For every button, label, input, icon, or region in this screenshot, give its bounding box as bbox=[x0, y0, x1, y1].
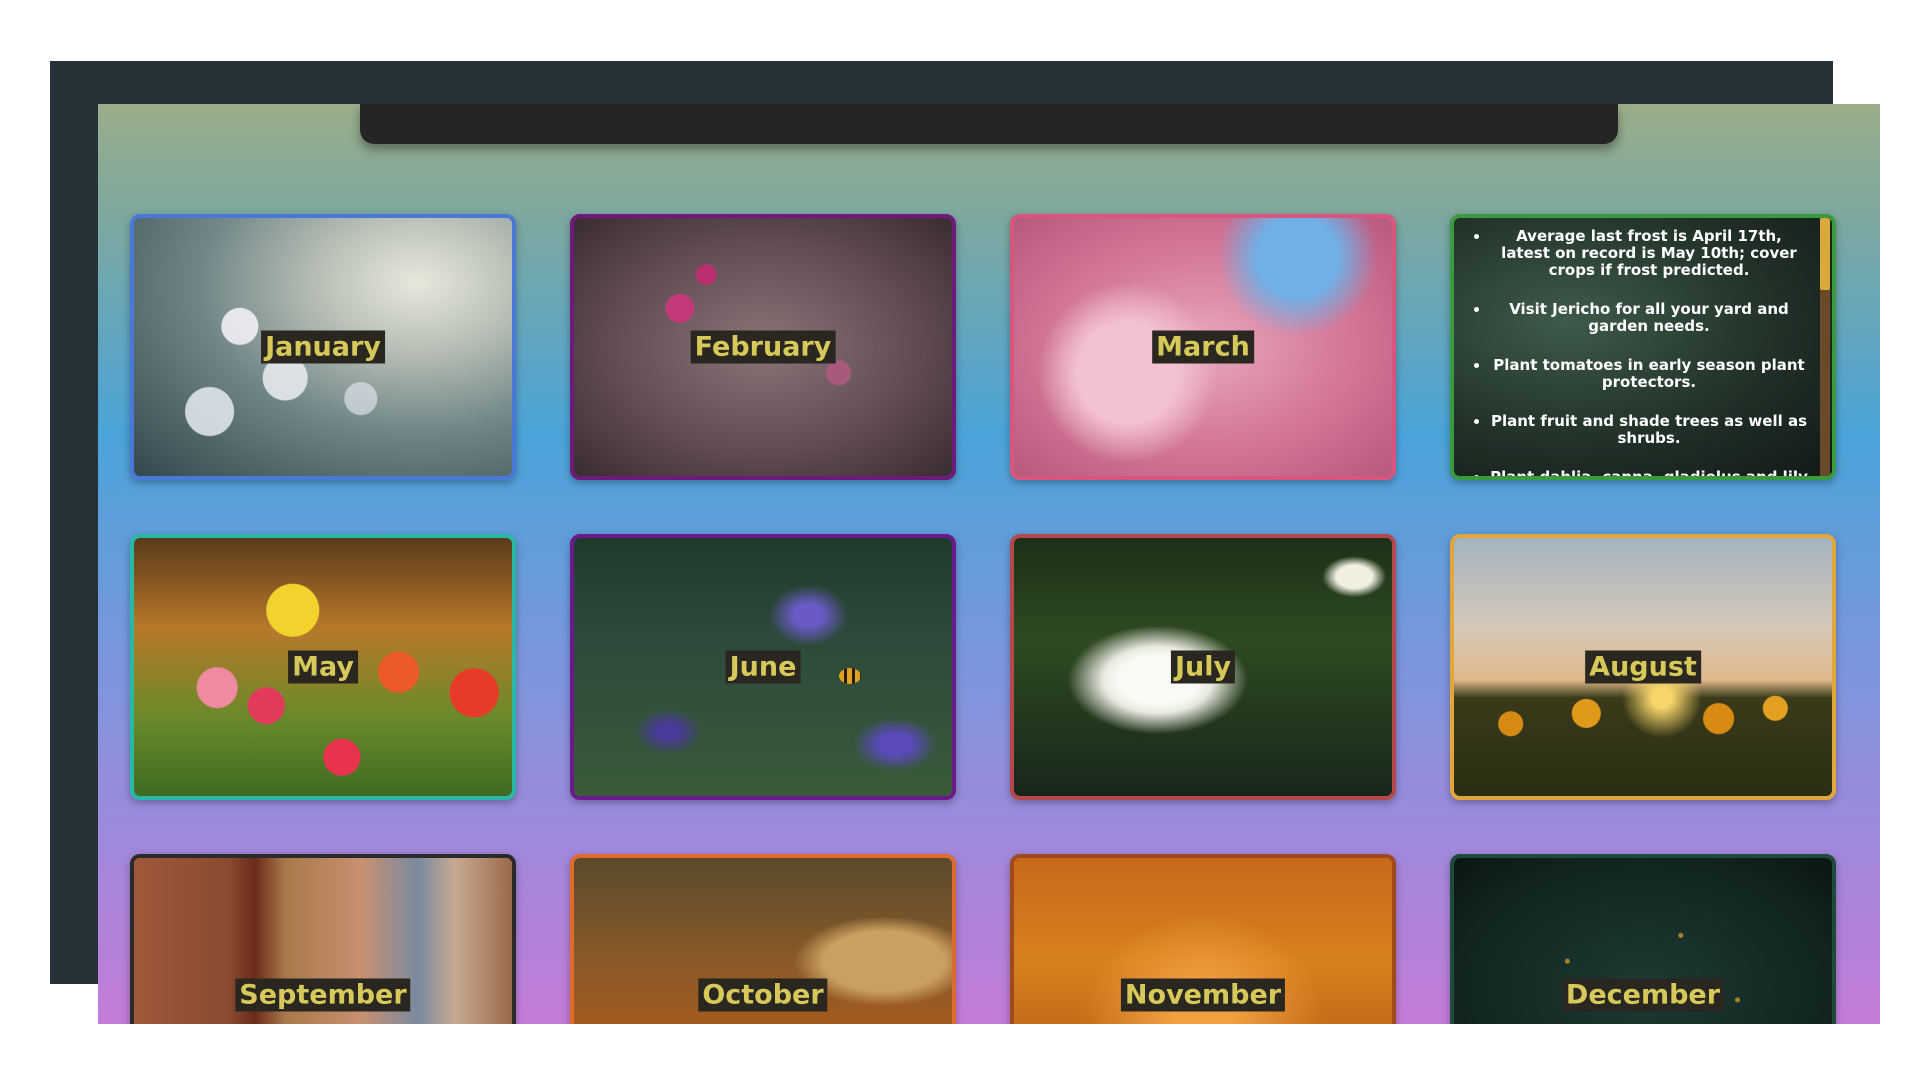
month-label-january: January bbox=[261, 330, 385, 364]
month-label-december: December bbox=[1561, 978, 1725, 1012]
month-card-april-tips[interactable]: Average last frost is April 17th, latest… bbox=[1450, 214, 1836, 480]
calendar-page: January February March Average last fros… bbox=[98, 104, 1880, 1024]
month-card-may[interactable]: May bbox=[130, 534, 516, 800]
april-tips-list: Average last frost is April 17th, latest… bbox=[1454, 218, 1818, 477]
month-label-july: July bbox=[1170, 650, 1236, 684]
month-label-november: November bbox=[1120, 978, 1286, 1012]
month-card-january[interactable]: January bbox=[130, 214, 516, 480]
tip-item: Plant tomatoes in early season plant pro… bbox=[1490, 357, 1808, 391]
month-label-may: May bbox=[288, 650, 358, 684]
month-card-december[interactable]: December bbox=[1450, 854, 1836, 1024]
month-card-february[interactable]: February bbox=[570, 214, 956, 480]
month-label-august: August bbox=[1585, 650, 1701, 684]
top-nav-bar bbox=[360, 104, 1618, 144]
tips-scrollbar-thumb[interactable] bbox=[1820, 218, 1830, 290]
month-card-september[interactable]: September bbox=[130, 854, 516, 1024]
month-label-june: June bbox=[725, 650, 801, 684]
month-card-july[interactable]: July bbox=[1010, 534, 1396, 800]
month-label-march: March bbox=[1152, 330, 1254, 364]
month-card-october[interactable]: October bbox=[570, 854, 956, 1024]
month-card-june[interactable]: June bbox=[570, 534, 956, 800]
tip-item: Plant fruit and shade trees as well as s… bbox=[1490, 413, 1808, 447]
month-label-february: February bbox=[690, 330, 836, 364]
month-card-march[interactable]: March bbox=[1010, 214, 1396, 480]
month-card-august[interactable]: August bbox=[1450, 534, 1836, 800]
month-card-november[interactable]: November bbox=[1010, 854, 1396, 1024]
tip-item: Plant dahlia, canna, gladiolus and lily bbox=[1490, 469, 1808, 477]
month-label-september: September bbox=[235, 978, 411, 1012]
tip-item: Average last frost is April 17th, latest… bbox=[1490, 228, 1808, 279]
month-label-october: October bbox=[698, 978, 828, 1012]
bee-decor bbox=[839, 668, 861, 684]
tip-item: Visit Jericho for all your yard and gard… bbox=[1490, 301, 1808, 335]
